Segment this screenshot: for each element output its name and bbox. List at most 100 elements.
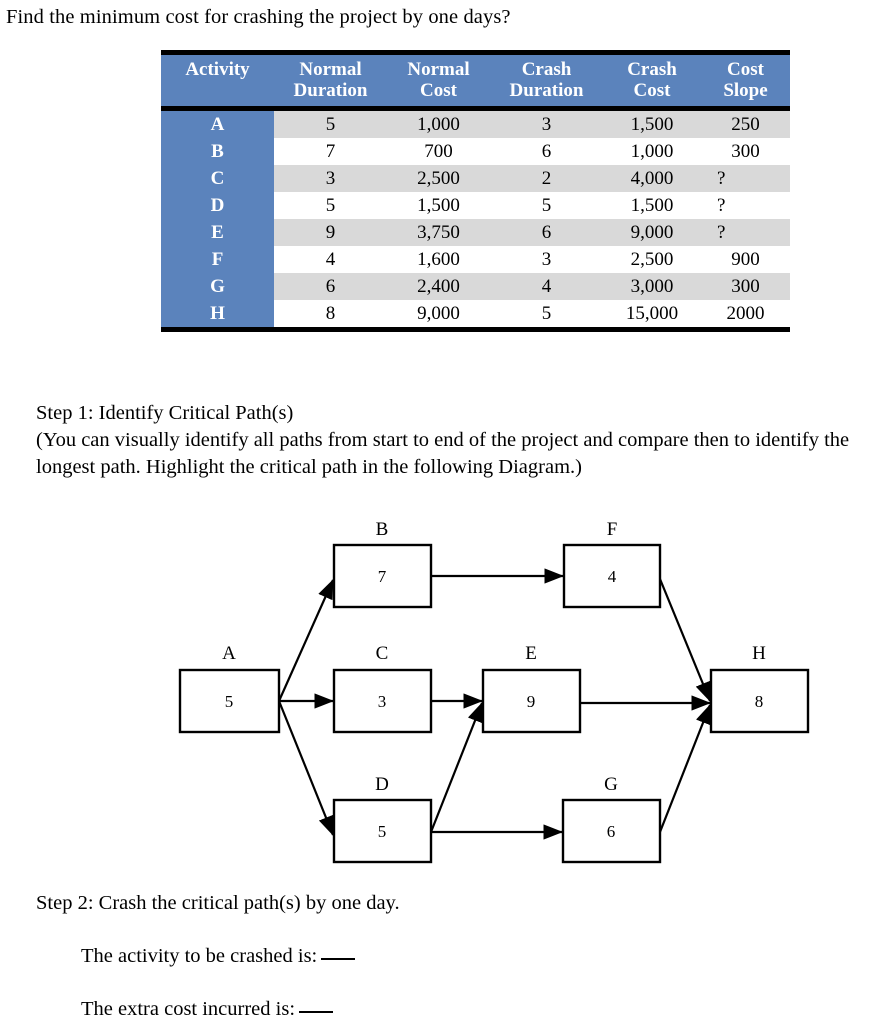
node-A-duration: 5: [225, 692, 234, 711]
node-H[interactable]: H 8: [709, 643, 810, 734]
project-network-diagram: A 5 B 7 C 3 D 5 E 9 F 4 G 6 H 8: [0, 505, 885, 885]
cell-normal-duration: 8: [274, 300, 387, 327]
step-1-block: Step 1: Identify Critical Path(s) (You c…: [36, 400, 881, 481]
answer-label-cost: The extra cost incurred is:: [81, 998, 296, 1020]
node-C[interactable]: C 3: [332, 643, 433, 734]
cell-normal-duration: 3: [274, 165, 387, 192]
cell-normal-cost: 1,600: [387, 246, 490, 273]
header-line-1: Normal: [299, 59, 362, 80]
edge-F-to-H: [658, 578, 712, 703]
header-line-2: Duration: [509, 80, 584, 101]
table-row: D 5 1,500 5 1,500 ?: [161, 192, 790, 219]
column-header-crash-duration: Crash Duration: [490, 55, 603, 106]
cell-crash-duration: 5: [490, 192, 603, 219]
cell-crash-duration: 4: [490, 273, 603, 300]
cell-cost-slope: 900: [701, 246, 790, 273]
cell-activity: B: [161, 138, 274, 165]
cell-crash-duration: 5: [490, 300, 603, 327]
node-D-label: D: [375, 774, 389, 795]
edge-A-to-D: [277, 700, 335, 837]
cell-cost-slope: ?: [701, 165, 790, 192]
cell-crash-cost: 1,000: [603, 138, 701, 165]
header-line-2: Cost: [633, 80, 671, 101]
node-B[interactable]: B 7: [332, 519, 433, 609]
cell-cost-slope: 300: [701, 138, 790, 165]
node-A-label: A: [222, 643, 236, 664]
cell-normal-duration: 4: [274, 246, 387, 273]
cell-activity: H: [161, 300, 274, 327]
page-title: Find the minimum cost for crashing the p…: [6, 6, 511, 28]
step-1-heading: Step 1: Identify Critical Path(s): [36, 402, 294, 424]
header-line-2: Slope: [723, 80, 768, 101]
node-F-label: F: [607, 519, 618, 540]
step-2-heading: Step 2: Crash the critical path(s) by on…: [36, 892, 400, 914]
table-header-row: Activity Normal Duration Normal Cost Cra…: [161, 55, 790, 106]
cell-crash-duration: 6: [490, 219, 603, 246]
column-header-crash-cost: Crash Cost: [603, 55, 701, 106]
cell-normal-cost: 700: [387, 138, 490, 165]
node-B-duration: 7: [378, 567, 387, 586]
cell-normal-duration: 9: [274, 219, 387, 246]
header-line-1: Crash: [627, 59, 677, 80]
table-row: G 6 2,400 4 3,000 300: [161, 273, 790, 300]
node-D-duration: 5: [378, 822, 387, 841]
cell-normal-cost: 1,500: [387, 192, 490, 219]
cell-crash-duration: 2: [490, 165, 603, 192]
answer-blank-cost[interactable]: [299, 1011, 334, 1013]
cell-crash-cost: 1,500: [603, 192, 701, 219]
header-line-1: Normal: [407, 59, 470, 80]
cell-activity: G: [161, 273, 274, 300]
cell-crash-duration: 3: [490, 111, 603, 138]
column-header-activity: Activity: [161, 55, 274, 106]
node-H-duration: 8: [755, 692, 764, 711]
column-header-cost-slope: Cost Slope: [701, 55, 790, 106]
table-row: B 7 700 6 1,000 300: [161, 138, 790, 165]
table-body: A 5 1,000 3 1,500 250 B 7 700 6 1,000 30…: [161, 111, 790, 327]
answer-line-activity: The activity to be crashed is:: [81, 943, 736, 970]
cell-normal-duration: 7: [274, 138, 387, 165]
cell-cost-slope: ?: [701, 192, 790, 219]
cell-normal-cost: 3,750: [387, 219, 490, 246]
step-2-block: Step 2: Crash the critical path(s) by on…: [36, 890, 736, 1023]
cell-crash-cost: 15,000: [603, 300, 701, 327]
cell-crash-duration: 3: [490, 246, 603, 273]
table-row: F 4 1,600 3 2,500 900: [161, 246, 790, 273]
cell-cost-slope: 300: [701, 273, 790, 300]
node-A[interactable]: A 5: [178, 643, 281, 734]
node-E-label: E: [525, 643, 537, 664]
node-F-duration: 4: [608, 567, 617, 586]
column-header-normal-duration: Normal Duration: [274, 55, 387, 106]
node-G-label: G: [604, 774, 618, 795]
cell-normal-duration: 5: [274, 192, 387, 219]
step-1-instruction: (You can visually identify all paths fro…: [36, 429, 850, 478]
answer-label-activity: The activity to be crashed is:: [81, 945, 318, 967]
cell-crash-cost: 9,000: [603, 219, 701, 246]
cell-cost-slope: 2000: [701, 300, 790, 327]
header-line-2: Duration: [293, 80, 368, 101]
table-bottom-rule: [161, 327, 790, 332]
node-E-duration: 9: [527, 692, 536, 711]
node-E[interactable]: E 9: [481, 643, 582, 734]
node-G[interactable]: G 6: [561, 774, 662, 864]
node-G-duration: 6: [607, 822, 616, 841]
header-line-1: Crash: [521, 59, 572, 80]
node-F[interactable]: F 4: [562, 519, 662, 609]
node-C-label: C: [376, 643, 389, 664]
table-row: E 9 3,750 6 9,000 ?: [161, 219, 790, 246]
cell-normal-cost: 1,000: [387, 111, 490, 138]
answer-line-cost: The extra cost incurred is:: [81, 996, 736, 1023]
crash-cost-table: Activity Normal Duration Normal Cost Cra…: [161, 55, 790, 106]
cell-normal-cost: 9,000: [387, 300, 490, 327]
cell-cost-slope: 250: [701, 111, 790, 138]
header-line-1: Cost: [727, 59, 764, 80]
cell-crash-cost: 2,500: [603, 246, 701, 273]
table-row: H 8 9,000 5 15,000 2000: [161, 300, 790, 327]
cell-normal-duration: 6: [274, 273, 387, 300]
column-header-normal-cost: Normal Cost: [387, 55, 490, 106]
crash-cost-table-body: A 5 1,000 3 1,500 250 B 7 700 6 1,000 30…: [161, 111, 790, 327]
cell-crash-cost: 1,500: [603, 111, 701, 138]
cell-activity: C: [161, 165, 274, 192]
node-D[interactable]: D 5: [332, 774, 433, 864]
answer-blank-activity[interactable]: [321, 958, 356, 960]
cell-crash-cost: 3,000: [603, 273, 701, 300]
